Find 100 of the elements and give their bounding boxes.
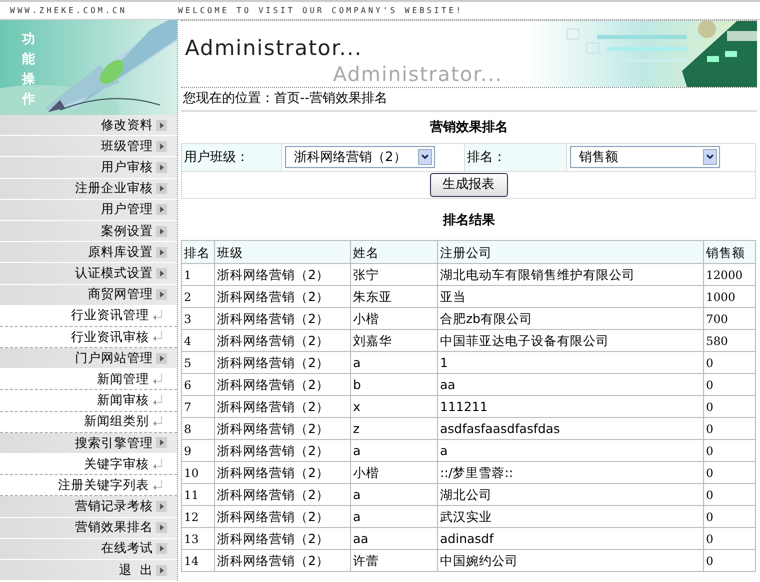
class-select[interactable]: 浙科网络营销（2） <box>285 146 435 168</box>
table-cell: 11 <box>182 483 214 505</box>
table-cell: 1 <box>438 351 704 373</box>
table-cell: 许蕾 <box>350 549 438 571</box>
table-cell: 6 <box>182 373 214 395</box>
menu-section[interactable]: 退 出 <box>0 560 177 582</box>
table-cell: 刘嘉华 <box>350 329 438 351</box>
menu-section[interactable]: 门户网站管理 <box>0 348 177 370</box>
menu-section[interactable]: 注册企业审核 <box>0 178 177 200</box>
table-cell: 0 <box>704 505 756 527</box>
table-cell: 浙科网络营销（2） <box>214 395 350 417</box>
table-cell: a <box>350 351 438 373</box>
rank-label: 排名： <box>467 150 506 164</box>
table-cell: 浙科网络营销（2） <box>214 373 350 395</box>
menu-section[interactable]: 原料库设置 <box>0 242 177 264</box>
faded-title: Administrator... <box>333 61 503 87</box>
table-cell: aa <box>438 373 704 395</box>
menu-item[interactable]: 新闻组类别 <box>0 412 177 433</box>
menu-section[interactable]: 营销效果排名 <box>0 518 177 539</box>
table-cell: asdfasfaasdfasfdas <box>438 417 704 439</box>
dropdown-icon <box>703 149 717 166</box>
table-cell: z <box>350 417 438 439</box>
table-cell: a <box>350 483 438 505</box>
table-cell: 中国婉约公司 <box>438 549 704 571</box>
table-cell: 13 <box>182 527 214 549</box>
return-arrow-icon <box>152 374 163 385</box>
generate-report-button[interactable]: 生成报表 <box>430 173 508 197</box>
table-cell: 3 <box>182 307 214 329</box>
return-arrow-icon <box>152 331 163 342</box>
return-arrow-icon <box>152 310 163 322</box>
menu-section[interactable]: 营销记录考核 <box>0 496 177 518</box>
table-cell: 12000 <box>704 263 756 285</box>
return-arrow-icon <box>152 480 163 491</box>
menu-section[interactable]: 商贸网管理 <box>0 284 177 306</box>
return-arrow-icon <box>152 416 163 428</box>
return-arrow-icon <box>152 458 163 470</box>
table-cell: 浙科网络营销（2） <box>214 285 350 307</box>
welcome-text: WELCOME TO VISIT OUR COMPANY'S WEBSITE! <box>178 4 464 16</box>
menu-section[interactable]: 用户管理 <box>0 200 177 221</box>
table-cell: 5 <box>182 351 214 373</box>
return-arrow-icon <box>152 395 163 406</box>
table-cell: 浙科网络营销（2） <box>214 549 350 571</box>
class-label: 用户班级： <box>184 150 249 164</box>
table-cell: 2 <box>182 285 214 307</box>
menu-section[interactable]: 认证模式设置 <box>0 263 177 284</box>
table-cell: a <box>438 439 704 461</box>
table-cell: 浙科网络营销（2） <box>214 505 350 527</box>
table-cell: 700 <box>704 307 756 329</box>
results-title: 排名结果 <box>442 212 496 230</box>
table-cell: 武汉实业 <box>438 505 704 527</box>
form-title: 营销效果排名 <box>429 119 509 137</box>
breadcrumb: 您现在的位置：首页--营销效果排名 <box>181 88 757 112</box>
table-cell: 0 <box>704 351 756 373</box>
menu-section[interactable]: 搜索引擎管理 <box>0 432 177 454</box>
table-cell: 1000 <box>704 285 756 307</box>
table-cell: 浙科网络营销（2） <box>214 527 350 549</box>
table-cell: 10 <box>182 461 214 483</box>
table-cell: 14 <box>182 549 214 571</box>
menu-section[interactable]: 修改资料 <box>0 115 177 136</box>
menu-item[interactable]: 注册关键字列表 <box>0 475 177 496</box>
table-cell: 0 <box>704 483 756 505</box>
table-cell: 4 <box>182 329 214 351</box>
table-cell: 浙科网络营销（2） <box>214 483 350 505</box>
table-cell: 浙科网络营销（2） <box>214 417 350 439</box>
table-cell: 张宁 <box>350 263 438 285</box>
table-cell: 亚当 <box>438 285 704 307</box>
table-cell: b <box>350 373 438 395</box>
menu-section[interactable]: 用户审核 <box>0 157 177 179</box>
menu-item[interactable]: 新闻审核 <box>0 390 177 412</box>
table-cell: 1 <box>182 263 214 285</box>
menu-item[interactable]: 关键字审核 <box>0 454 177 476</box>
table-cell: 0 <box>704 527 756 549</box>
column-header: 班级 <box>214 240 350 263</box>
table-cell: 浙科网络营销（2） <box>214 439 350 461</box>
column-header: 排名 <box>182 240 214 263</box>
menu-section[interactable]: 班级管理 <box>0 136 177 158</box>
table-cell: 111211 <box>438 395 704 417</box>
table-cell: 湖北公司 <box>438 483 704 505</box>
table-cell: 0 <box>704 439 756 461</box>
table-cell: 9 <box>182 439 214 461</box>
table-cell: 浙科网络营销（2） <box>214 461 350 483</box>
table-cell: 580 <box>704 329 756 351</box>
table-cell: adinasdf <box>438 527 704 549</box>
table-cell: 小楷 <box>350 461 438 483</box>
table-cell: 0 <box>704 395 756 417</box>
rank-select[interactable]: 销售额 <box>570 146 720 168</box>
table-cell: 0 <box>704 461 756 483</box>
table-cell: 朱东亚 <box>350 285 438 307</box>
menu-item[interactable]: 行业资讯管理 <box>0 306 177 327</box>
table-cell: ::/梦里雪蓉:: <box>438 461 704 483</box>
menu-section[interactable]: 在线考试 <box>0 538 177 560</box>
table-cell: 浙科网络营销（2） <box>214 329 350 351</box>
table-cell: 7 <box>182 395 214 417</box>
table-cell: 8 <box>182 417 214 439</box>
table-cell: 12 <box>182 505 214 527</box>
dropdown-icon <box>418 149 432 166</box>
table-cell: 浙科网络营销（2） <box>214 263 350 285</box>
table-cell: x <box>350 395 438 417</box>
menu-section[interactable]: 案例设置 <box>0 220 177 242</box>
table-cell: 0 <box>704 549 756 571</box>
